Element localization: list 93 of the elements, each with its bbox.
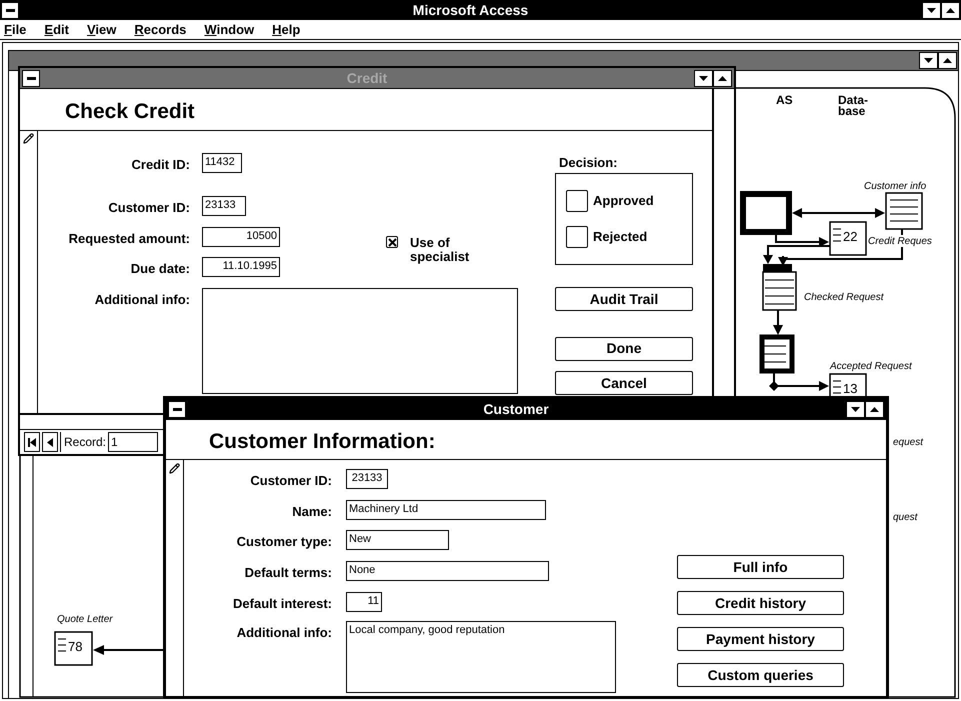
menu-item[interactable]: Edit: [44, 20, 69, 40]
text-field[interactable]: 11: [346, 592, 382, 612]
system-menu-button[interactable]: [1, 2, 19, 18]
minimize-button[interactable]: [919, 52, 938, 69]
down-arrow-icon: [699, 76, 708, 80]
checkbox[interactable]: [566, 226, 588, 248]
record-number-field[interactable]: 1: [108, 432, 158, 452]
record-label: Record:: [60, 432, 106, 452]
document-symbol: [54, 631, 93, 666]
node-caption: Customer info: [864, 181, 926, 192]
form-button[interactable]: Audit Trail: [555, 287, 693, 311]
maximize-button[interactable]: [713, 70, 732, 86]
text-field[interactable]: 23133: [346, 469, 388, 489]
down-arrow-icon: [924, 58, 933, 63]
down-arrow-icon: [927, 8, 936, 12]
checkbox-label: Use of specialist: [410, 236, 470, 264]
option-label: Approved: [593, 192, 654, 210]
first-record-button[interactable]: [24, 432, 40, 452]
text-field[interactable]: New: [346, 530, 449, 550]
node-caption: Quote Letter: [57, 614, 113, 625]
text-field[interactable]: [202, 288, 518, 394]
document-symbol: [885, 192, 923, 230]
menu-item[interactable]: File: [4, 20, 26, 40]
down-arrow-icon: [851, 406, 860, 412]
field-label: Name:: [292, 504, 332, 519]
field-label: Additional info:: [236, 625, 332, 640]
first-record-icon: [28, 438, 36, 446]
text-field[interactable]: 11432: [202, 153, 242, 173]
connector-arrow: [773, 310, 783, 335]
field-label: Customer type:: [236, 534, 332, 549]
minimize-button[interactable]: [694, 70, 713, 86]
group-label: Decision:: [558, 154, 619, 171]
window-title: Customer: [483, 400, 549, 418]
column-heading: Data- base: [838, 93, 868, 118]
connector-arrow: [769, 371, 829, 391]
node-caption: equest: [893, 437, 924, 448]
field-label: Due date:: [130, 261, 190, 276]
document-count: 78: [68, 639, 82, 654]
previous-record-button[interactable]: [42, 432, 58, 452]
menu-item[interactable]: View: [86, 20, 116, 40]
minimize-button[interactable]: [846, 400, 865, 418]
document-count: 13: [843, 381, 858, 396]
node-caption: quest: [893, 512, 918, 523]
system-menu-button[interactable]: [168, 400, 186, 418]
column-heading: AS: [776, 93, 793, 107]
node-caption: Checked Request: [804, 292, 884, 303]
field-label: Customer ID:: [250, 473, 332, 488]
checkbox[interactable]: [386, 236, 398, 248]
node-caption: Credit Reques: [868, 236, 932, 247]
form-button[interactable]: Done: [555, 336, 693, 360]
field-label: Default terms:: [244, 565, 332, 580]
form-button[interactable]: Cancel: [555, 371, 693, 395]
option-label: Rejected: [593, 228, 648, 246]
menu-item[interactable]: Help: [272, 20, 300, 40]
text-field[interactable]: 10500: [202, 227, 280, 247]
minimize-button[interactable]: [922, 2, 941, 18]
up-arrow-icon: [718, 76, 727, 80]
node-caption: Accepted Request: [830, 361, 912, 372]
maximize-button[interactable]: [941, 2, 960, 18]
field-label: Customer ID:: [108, 200, 190, 215]
checkbox[interactable]: [566, 190, 588, 212]
text-field[interactable]: 11.10.1995: [202, 257, 280, 277]
form-button[interactable]: Credit history: [677, 591, 844, 615]
app-title: Microsoft Access: [412, 0, 528, 20]
maximize-button[interactable]: [938, 52, 957, 69]
up-arrow-icon: [946, 8, 955, 12]
data-store-symbol: [760, 334, 794, 374]
pencil-icon: [23, 133, 34, 144]
form-heading: Customer Information:: [209, 428, 436, 454]
text-field[interactable]: Local company, good reputation: [346, 621, 616, 693]
document-count: 22: [843, 229, 858, 244]
window-title: Credit: [346, 68, 388, 88]
form-heading: Check Credit: [65, 98, 195, 124]
pencil-icon: [169, 463, 180, 474]
form-button[interactable]: Custom queries: [677, 663, 844, 687]
text-field[interactable]: Machinery Ltd: [346, 500, 546, 520]
process-box: [740, 191, 792, 235]
up-arrow-icon: [943, 58, 952, 63]
data-store-symbol: [762, 264, 797, 311]
menu-item[interactable]: Window: [204, 20, 254, 40]
previous-record-icon: [47, 438, 53, 446]
form-button[interactable]: Full info: [677, 555, 844, 579]
text-field[interactable]: None: [346, 561, 549, 581]
maximize-button[interactable]: [865, 400, 884, 418]
field-label: Requested amount:: [68, 231, 190, 246]
field-label: Additional info:: [94, 292, 190, 307]
field-label: Credit ID:: [132, 157, 190, 172]
text-field[interactable]: 23133: [202, 196, 246, 216]
form-button[interactable]: Payment history: [677, 627, 844, 651]
menu-item[interactable]: Records: [134, 20, 186, 40]
system-menu-button[interactable]: [22, 70, 40, 86]
up-arrow-icon: [870, 406, 879, 412]
field-label: Default interest:: [233, 596, 332, 611]
